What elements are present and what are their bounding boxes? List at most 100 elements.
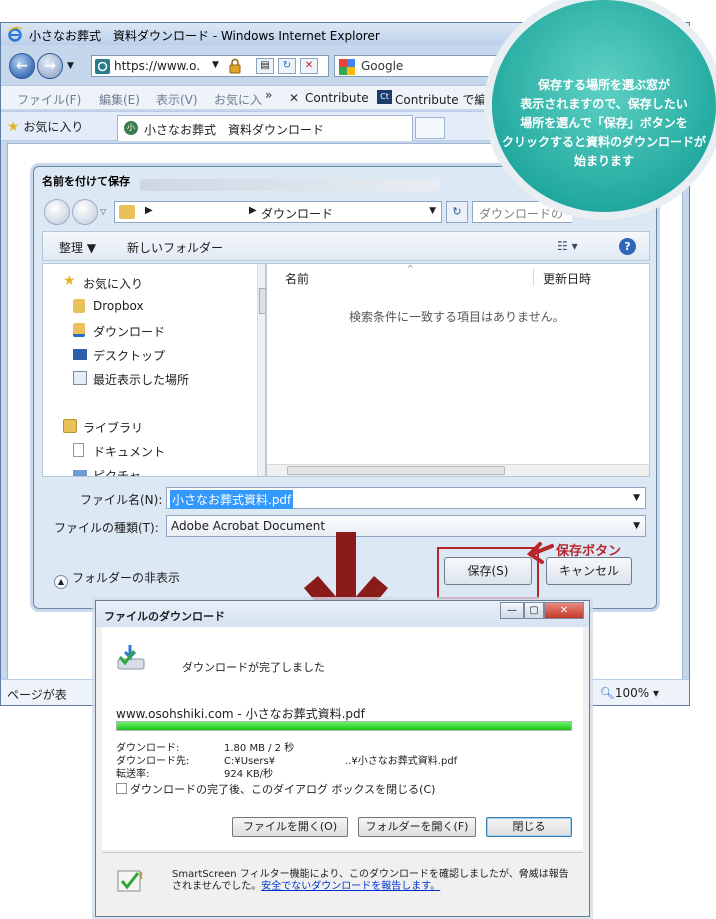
breadcrumb[interactable]: ▶ ▶ ダウンロード ▼	[114, 201, 442, 223]
cancel-button[interactable]: キャンセル	[546, 557, 632, 585]
download-dialog-body: ダウンロードが完了しました www.osohshiki.com - 小さなお葬式…	[102, 627, 583, 850]
dialog-forward-button[interactable]	[72, 199, 98, 225]
ie-logo-icon	[8, 26, 23, 42]
nav-label: ピクチャ	[93, 469, 141, 477]
filetype-label: ファイルの種類(T):	[54, 521, 159, 535]
contribute-close-icon[interactable]: ✕	[289, 91, 299, 105]
folder-icon	[119, 205, 135, 219]
favorites-star-icon: ★	[7, 119, 20, 135]
column-name-header[interactable]: 名前	[285, 270, 309, 287]
help-icon[interactable]: ?	[619, 238, 636, 255]
address-dropdown-icon[interactable]: ▼	[212, 60, 219, 70]
forward-button[interactable]: →	[37, 53, 63, 79]
back-button[interactable]: ←	[9, 53, 35, 79]
minimize-button[interactable]: —	[500, 602, 524, 619]
file-list-scrollbar[interactable]	[267, 464, 649, 476]
breadcrumb-chevron-icon[interactable]: ▶	[145, 205, 153, 216]
view-options-icon[interactable]: ☷ ▾	[557, 239, 578, 253]
address-bar[interactable]: https://www.o. ▼ ▤ ↻ ✕	[91, 55, 329, 77]
collapse-icon: ▲	[54, 575, 68, 589]
dialog-search-input[interactable]: ダウンロードの	[472, 201, 572, 223]
close-icon[interactable]: ✕	[544, 602, 584, 619]
smartscreen-message: SmartScreen フィルター機能により、このダウンロードを確認しましたが、…	[172, 869, 574, 893]
tab-favicon-icon: 小	[124, 121, 138, 135]
contribute-button[interactable]: Contribute	[305, 91, 369, 105]
menu-favorites[interactable]: お気に入	[214, 91, 262, 108]
filename-value: 小さなお葬式資料.pdf	[170, 490, 294, 509]
star-icon: ★	[63, 273, 76, 289]
refresh-icon[interactable]: ↻	[278, 58, 296, 74]
report-unsafe-download-link[interactable]: 安全でないダウンロードを報告します。	[261, 881, 440, 892]
google-icon	[339, 59, 355, 75]
file-list-pane: 名前 ^ 更新日時 検索条件に一致する項目はありません。	[266, 263, 650, 477]
open-folder-button[interactable]: フォルダーを開く(F)	[358, 817, 476, 837]
column-divider[interactable]	[533, 268, 534, 286]
tab-label: 小さなお葬式 資料ダウンロード	[144, 123, 325, 137]
address-url: https://www.o.	[114, 59, 201, 73]
close-on-complete-checkbox[interactable]: ダウンロードの完了後、このダイアログ ボックスを閉じる(C)	[116, 781, 435, 797]
download-status: ダウンロードが完了しました	[182, 661, 325, 674]
hide-folders-toggle[interactable]: ▲ フォルダーの非表示	[54, 569, 180, 589]
contribute-icon: Ct	[377, 90, 392, 104]
pictures-icon	[73, 470, 87, 476]
menu-overflow-chevron[interactable]: »	[265, 88, 272, 102]
browser-tab-active[interactable]: 小 小さなお葬式 資料ダウンロード	[117, 115, 413, 141]
nav-label: お気に入り	[83, 277, 144, 291]
ie-search-box[interactable]: Google	[334, 55, 514, 77]
nav-label: ドキュメント	[93, 445, 166, 459]
nav-pane-scrollbar[interactable]	[257, 264, 265, 476]
transfer-rate-label: 転送率:	[116, 769, 150, 780]
favorites-button[interactable]: ★ お気に入り	[7, 118, 83, 135]
nav-label: Dropbox	[93, 299, 144, 313]
chevron-down-icon[interactable]: ▼	[633, 493, 640, 503]
dialog-refresh-icon[interactable]: ↻	[446, 201, 468, 223]
new-tab-button[interactable]	[415, 117, 445, 139]
dialog-history-icon[interactable]: ▽	[100, 207, 106, 216]
search-provider-label: Google	[361, 59, 404, 73]
filename-input[interactable]: 小さなお葬式資料.pdf ▼	[166, 487, 646, 509]
menu-view[interactable]: 表示(V)	[156, 91, 198, 108]
menu-file[interactable]: ファイル(F)	[17, 91, 81, 108]
nav-label: ダウンロード	[93, 325, 166, 339]
close-button[interactable]: 閉じる	[486, 817, 572, 837]
menu-edit[interactable]: 編集(E)	[99, 91, 140, 108]
lock-icon[interactable]	[228, 58, 242, 74]
contribute-edit-button[interactable]: Contribute で編集	[395, 91, 498, 108]
filename-label: ファイル名(N):	[80, 493, 163, 507]
zoom-icon: 🔍︎	[599, 686, 615, 700]
dialog-back-button[interactable]	[44, 199, 70, 225]
stop-icon[interactable]: ✕	[300, 58, 318, 74]
blurred-caption	[140, 179, 440, 191]
checkbox-box[interactable]	[116, 783, 127, 794]
transfer-rate-value: 924 KB/秒	[224, 769, 274, 780]
library-icon	[63, 419, 77, 433]
breadcrumb-current[interactable]: ダウンロード	[261, 205, 333, 222]
scrollbar-thumb[interactable]	[259, 288, 265, 314]
download-dialog-titlebar: ファイルのダウンロード — ▢ ✕	[96, 601, 589, 627]
history-dropdown-icon[interactable]: ▼	[67, 61, 74, 71]
breadcrumb-chevron-icon[interactable]: ▶	[249, 205, 257, 216]
save-dialog-title: 名前を付けて保存	[42, 175, 130, 188]
navigation-pane: ★ お気に入り Dropbox ダウンロード デスクトップ 最近表示した場所 ラ…	[42, 263, 266, 477]
scrollbar-thumb[interactable]	[287, 466, 505, 475]
sort-caret-icon: ^	[407, 264, 414, 273]
organize-button[interactable]: 整理 ▼	[59, 239, 96, 256]
status-text: ページが表	[7, 688, 67, 702]
chevron-down-icon[interactable]: ▼	[633, 521, 640, 531]
empty-list-message: 検索条件に一致する項目はありません。	[349, 310, 565, 324]
compat-view-icon[interactable]: ▤	[256, 58, 274, 74]
download-file-name: www.osohshiki.com - 小さなお葬式資料.pdf	[116, 707, 365, 721]
new-folder-button[interactable]: 新しいフォルダー	[127, 239, 223, 256]
dialog-command-bar: 整理 ▼ 新しいフォルダー ☷ ▾ ?	[42, 231, 650, 261]
download-progress-bar	[116, 721, 572, 731]
favorites-label: お気に入り	[23, 120, 84, 134]
save-button-callout-label: 保存ボタン	[556, 544, 622, 559]
nav-label: デスクトップ	[93, 349, 166, 363]
maximize-button[interactable]: ▢	[524, 602, 544, 619]
open-file-button[interactable]: ファイルを開く(O)	[232, 817, 348, 837]
dropbox-folder-icon	[73, 299, 85, 313]
zoom-level[interactable]: 🔍︎100% ▾	[600, 686, 659, 700]
site-favicon-icon	[95, 59, 110, 74]
column-date-header[interactable]: 更新日時	[543, 270, 591, 287]
chevron-down-icon[interactable]: ▼	[429, 206, 436, 216]
